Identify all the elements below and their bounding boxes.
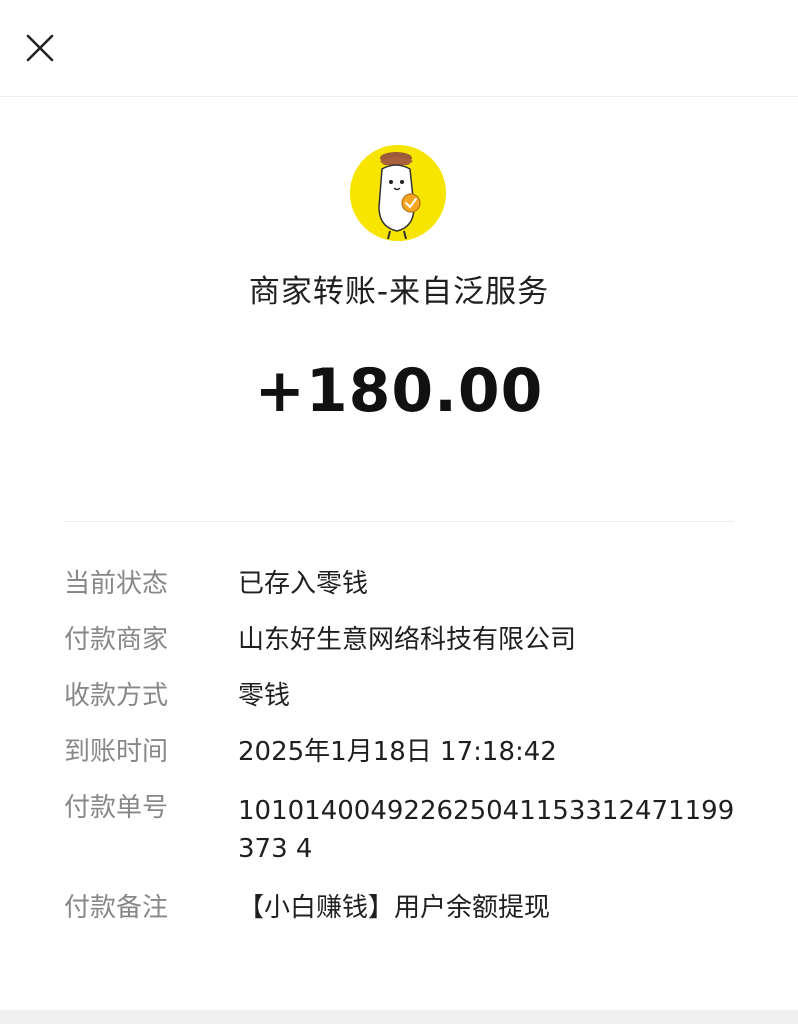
detail-value: 2025年1月18日 17:18:42 [238, 737, 557, 767]
detail-value: 山东好生意网络科技有限公司 [238, 625, 577, 655]
detail-label: 到账时间 [64, 737, 169, 767]
detail-row-remark: 付款备注 【小白赚钱】用户余额提现 [64, 892, 744, 924]
close-icon [26, 34, 54, 62]
detail-row-merchant: 付款商家 山东好生意网络科技有限公司 [64, 624, 744, 656]
close-button[interactable] [18, 26, 62, 70]
detail-label: 当前状态 [64, 569, 169, 599]
detail-value: 101014004922625041153312471199373 4 [238, 796, 735, 864]
top-bar [0, 0, 798, 97]
transfer-amount: +180.00 [254, 356, 544, 426]
merchant-avatar [350, 145, 446, 241]
detail-value: 零钱 [238, 681, 291, 711]
detail-row-order-number: 付款单号 101014004922625041153312471199373 4 [64, 792, 744, 868]
detail-label: 付款单号 [64, 793, 169, 823]
detail-row-arrival-time: 到账时间 2025年1月18日 17:18:42 [64, 736, 744, 768]
detail-row-receive-method: 收款方式 零钱 [64, 680, 744, 712]
mascot-icon [350, 145, 446, 241]
detail-label: 付款备注 [64, 893, 169, 923]
detail-row-status: 当前状态 已存入零钱 [64, 568, 744, 600]
detail-value: 已存入零钱 [238, 569, 369, 599]
detail-value: 【小白赚钱】用户余额提现 [238, 893, 551, 923]
detail-label: 付款商家 [64, 625, 169, 655]
detail-label: 收款方式 [64, 681, 169, 711]
divider [64, 521, 734, 522]
detail-list: 当前状态 已存入零钱 付款商家 山东好生意网络科技有限公司 收款方式 零钱 到账… [64, 568, 744, 948]
transfer-title: 商家转账-来自泛服务 [248, 274, 550, 310]
bottom-strip [0, 1010, 798, 1024]
